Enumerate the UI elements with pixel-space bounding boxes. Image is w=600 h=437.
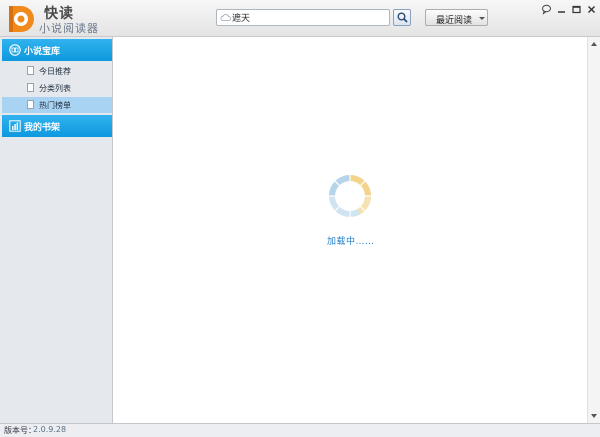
sidebar-item-hot-ranking[interactable]: 热门榜单 [2, 97, 112, 113]
sidebar-category-bookshelf[interactable]: 我的书架 [2, 115, 112, 137]
sidebar-item-label: 今日推荐 [39, 67, 71, 76]
recent-reading-dropdown[interactable]: 最近阅读 [425, 9, 488, 26]
sidebar-item-label: 分类列表 [39, 84, 71, 93]
app-logo-icon [9, 6, 34, 32]
search-box[interactable] [216, 9, 390, 26]
minimize-icon[interactable] [556, 4, 567, 15]
feedback-bubble-icon[interactable] [541, 4, 552, 15]
document-icon [27, 66, 34, 75]
loading-text: 加载中…… [327, 237, 375, 247]
search-icon [397, 12, 408, 23]
version-label: 版本号： [4, 426, 36, 435]
recent-reading-label: 最近阅读 [436, 16, 473, 26]
sidebar-item-today-recommend[interactable]: 今日推荐 [2, 63, 112, 79]
loading-spinner-icon [329, 175, 372, 217]
maximize-icon[interactable] [571, 4, 582, 15]
chart-bars-icon [9, 120, 21, 132]
scroll-up-arrow-icon[interactable] [591, 42, 597, 46]
cloud-icon [220, 14, 231, 21]
main-content: 加载中…… [114, 37, 587, 423]
sidebar-item-category-list[interactable]: 分类列表 [2, 80, 112, 96]
document-icon [27, 100, 34, 109]
chevron-down-icon [479, 17, 485, 20]
title-bar: 快读 小说阅读器 最近阅读 [0, 0, 600, 37]
search-button[interactable] [393, 9, 411, 26]
close-icon[interactable] [586, 4, 597, 15]
sidebar-category-label: 我的书架 [24, 123, 61, 133]
search-input[interactable] [232, 11, 387, 24]
version-number: 2.0.9.28 [33, 425, 67, 434]
book-circle-icon [9, 44, 21, 56]
sidebar-category-library[interactable]: 小说宝库 [2, 39, 112, 61]
status-bar: 版本号： 2.0.9.28 [0, 423, 600, 437]
sidebar-item-label: 热门榜单 [39, 101, 71, 110]
vertical-scrollbar[interactable] [587, 37, 600, 423]
brand-subtitle: 小说阅读器 [39, 22, 99, 35]
sidebar: 小说宝库 今日推荐 分类列表 热门榜单 我的书架 [0, 37, 113, 423]
document-icon [27, 83, 34, 92]
sidebar-category-label: 小说宝库 [24, 47, 61, 57]
scroll-down-arrow-icon[interactable] [591, 414, 597, 418]
